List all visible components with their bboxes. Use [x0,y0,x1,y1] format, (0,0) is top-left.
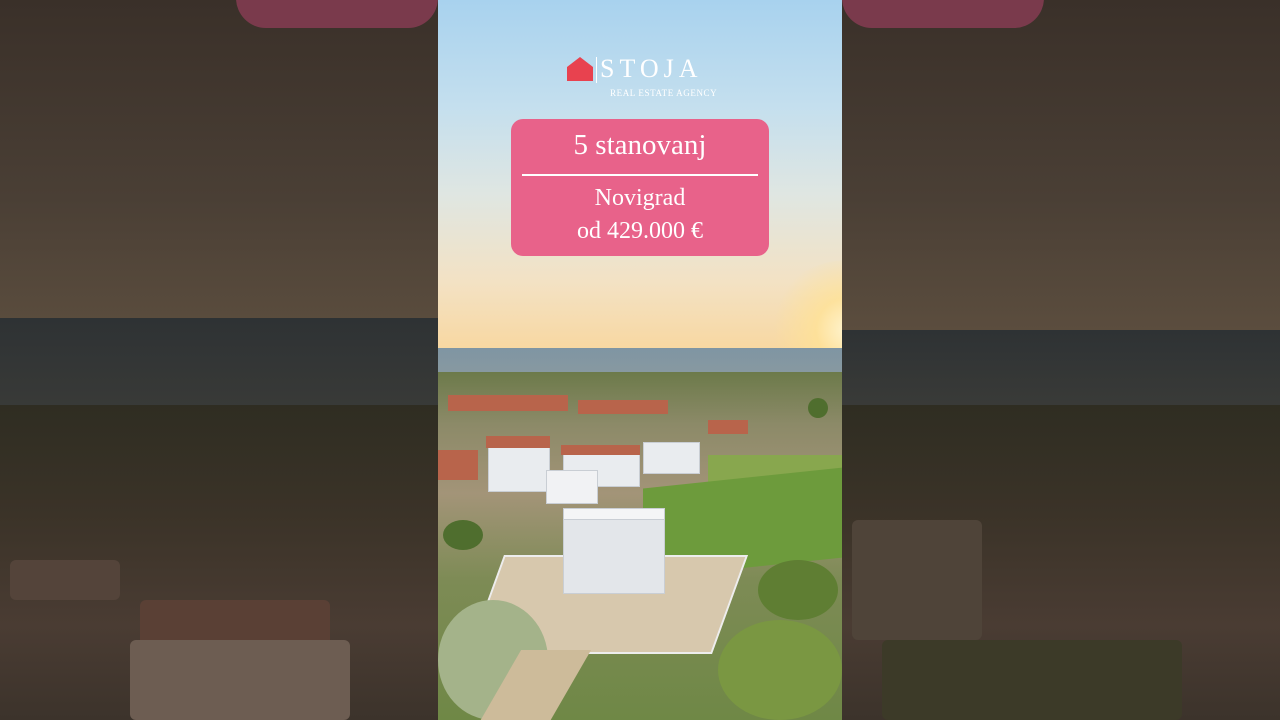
video-frame: STOJA REAL ESTATE AGENCY 5 stanovanj Nov… [438,0,842,720]
listing-title: 5 stanovanj [573,129,707,161]
aerial-photo [438,0,842,720]
logo-divider [596,57,597,83]
stoja-logo: STOJA REAL ESTATE AGENCY [566,54,726,102]
logo-tagline: REAL ESTATE AGENCY [610,88,718,98]
listing-card: 5 stanovanj Novigrad od 429.000 € [511,119,769,256]
logo-name: STOJA [600,54,703,83]
card-divider [522,174,758,176]
house-logo-icon [567,57,593,81]
blurred-background-right [842,0,1280,720]
listing-location: Novigrad [594,185,686,211]
listing-price: od 429.000 € [577,218,703,244]
blurred-background-left [0,0,438,720]
